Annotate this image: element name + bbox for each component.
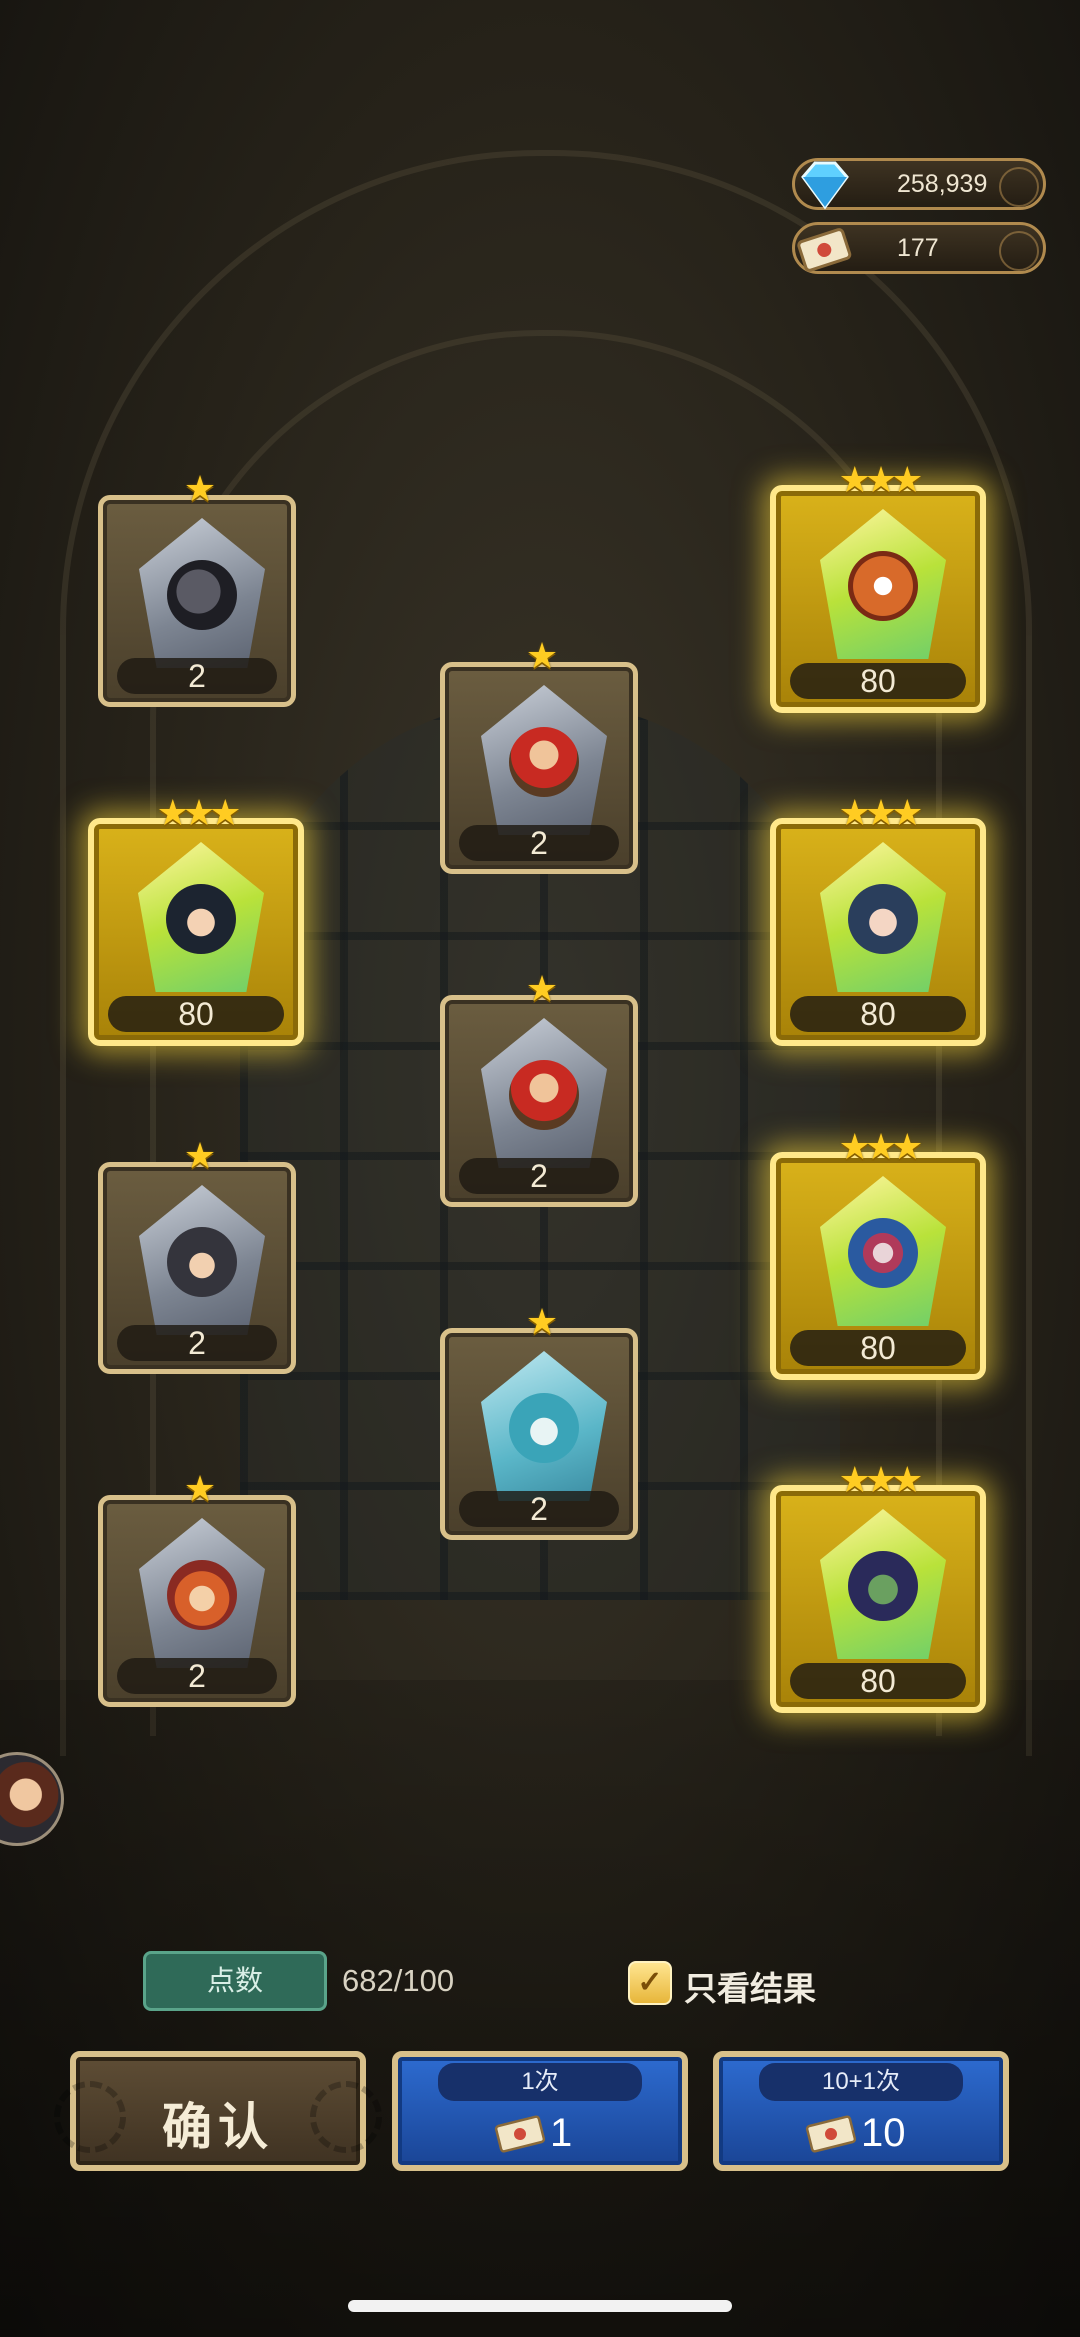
rarity-stars: ★★★	[838, 792, 924, 833]
hero-count: 80	[790, 996, 966, 1032]
rarity-stars: ★	[525, 1301, 558, 1342]
hero-count: 80	[790, 1663, 966, 1699]
hero-portrait	[509, 1393, 579, 1463]
hero-card-frog-knight[interactable]: ★★★ 80	[770, 1459, 986, 1713]
hero-crystal	[139, 1185, 265, 1335]
summon-once-label: 1次	[438, 2063, 642, 2101]
hero-portrait	[848, 884, 918, 954]
points-value: 682/100	[342, 1963, 455, 1998]
hero-count: 80	[790, 663, 966, 699]
rarity-stars: ★	[525, 968, 558, 1009]
ticket-amount: 177	[897, 234, 939, 262]
hero-portrait	[167, 560, 237, 630]
hero-crystal	[820, 842, 946, 992]
hero-crystal	[820, 1509, 946, 1659]
hero-count: 2	[117, 1325, 277, 1361]
rarity-stars: ★	[183, 1135, 216, 1176]
results-only-label[interactable]: 只看结果	[684, 1962, 816, 2010]
pill-ornament	[999, 231, 1039, 271]
points-label: 点数	[143, 1951, 327, 2011]
hero-count: 2	[117, 658, 277, 694]
summon-once-button[interactable]: 1次 1	[392, 2051, 688, 2171]
results-only-checkbox[interactable]: ✓	[628, 1961, 672, 2005]
confirm-button-label: 确认	[162, 2099, 274, 2155]
hero-card-goggles[interactable]: ★ 2	[98, 1468, 296, 1707]
hero-crystal	[138, 842, 264, 992]
hero-crystal	[481, 1018, 607, 1168]
hero-count: 2	[117, 1658, 277, 1694]
hero-card-red-panda[interactable]: ★★★ 80	[770, 459, 986, 713]
pill-ornament	[999, 167, 1039, 207]
hero-portrait	[848, 1218, 918, 1288]
hero-crystal	[139, 1518, 265, 1668]
hero-count: 2	[459, 825, 619, 861]
summon-once-cost: 1	[550, 2111, 573, 2155]
rarity-stars: ★★★	[838, 459, 924, 500]
rarity-stars: ★★★	[838, 1126, 924, 1167]
hero-crystal	[481, 1351, 607, 1501]
confirm-button[interactable]: 确认	[54, 2051, 382, 2171]
gem-amount: 258,939	[897, 170, 988, 198]
hero-crystal	[820, 1176, 946, 1326]
summon-multi-label: 10+1次	[759, 2063, 963, 2101]
hero-count: 2	[459, 1158, 619, 1194]
hero-count: 2	[459, 1491, 619, 1527]
hero-portrait	[509, 1060, 579, 1130]
checkmark-icon: ✓	[637, 1966, 663, 1999]
summon-multi-button[interactable]: 10+1次 10	[713, 2051, 1009, 2171]
hero-card-dark-hair[interactable]: ★★★ 80	[88, 792, 304, 1046]
gem-currency-display[interactable]: 258,939	[792, 158, 1046, 210]
hero-card-ice-spirit[interactable]: ★ 2	[440, 1301, 638, 1540]
hero-crystal	[481, 685, 607, 835]
hero-card-plague-doctor[interactable]: ★ 2	[98, 468, 296, 707]
hero-portrait	[848, 1551, 918, 1621]
rarity-stars: ★★★	[838, 1459, 924, 1500]
rarity-stars: ★★★	[156, 792, 242, 833]
summon-multi-cost: 10	[861, 2111, 906, 2155]
hero-portrait	[167, 1560, 237, 1630]
hero-portrait	[167, 1227, 237, 1297]
ticket-icon	[797, 228, 852, 272]
ticket-icon	[494, 2115, 546, 2153]
rarity-stars: ★	[525, 635, 558, 676]
rarity-stars: ★	[183, 1468, 216, 1509]
gem-icon	[801, 161, 849, 210]
ticket-icon	[805, 2115, 857, 2153]
hero-card-masked[interactable]: ★★★ 80	[770, 1126, 986, 1380]
hero-crystal	[139, 518, 265, 668]
hero-count: 80	[790, 1330, 966, 1366]
hero-portrait	[166, 884, 236, 954]
home-indicator[interactable]	[348, 2300, 732, 2312]
hero-card-dwarf-b[interactable]: ★ 2	[440, 968, 638, 1207]
hero-portrait	[848, 551, 918, 621]
rarity-stars: ★	[183, 468, 216, 509]
ticket-currency-display[interactable]: 177	[792, 222, 1046, 274]
hero-card-blue-hair[interactable]: ★★★ 80	[770, 792, 986, 1046]
hero-card-hooded[interactable]: ★ 2	[98, 1135, 296, 1374]
hero-portrait	[509, 727, 579, 797]
hero-count: 80	[108, 996, 284, 1032]
hero-card-dwarf-a[interactable]: ★ 2	[440, 635, 638, 874]
hero-crystal	[820, 509, 946, 659]
